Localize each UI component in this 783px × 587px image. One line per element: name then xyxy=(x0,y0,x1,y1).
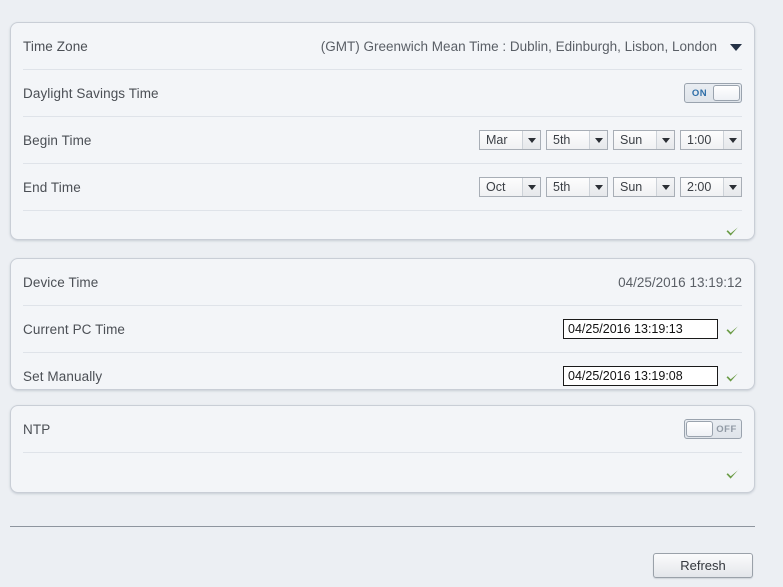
chevron-down-icon[interactable] xyxy=(723,131,741,149)
set-manually-input[interactable] xyxy=(563,366,718,386)
begin-time-label: Begin Time xyxy=(23,132,92,148)
ntp-toggle-label: OFF xyxy=(716,423,737,435)
toggle-knob xyxy=(686,421,713,437)
green-check-icon[interactable] xyxy=(724,321,742,339)
device-time-panel-body: Device Time 04/25/2016 13:19:12 Current … xyxy=(11,259,754,399)
current-pc-time-row: Current PC Time xyxy=(23,306,742,353)
daylight-savings-toggle[interactable]: ON xyxy=(684,83,742,103)
begin-time-day-value: 5th xyxy=(553,133,571,147)
timezone-panel-body: Time Zone (GMT) Greenwich Mean Time : Du… xyxy=(11,23,754,249)
chevron-down-icon[interactable] xyxy=(723,178,741,196)
daylight-savings-row: Daylight Savings Time ON xyxy=(23,70,742,117)
device-time-panel: Device Time 04/25/2016 13:19:12 Current … xyxy=(10,258,755,390)
device-time-value-wrap: 04/25/2016 13:19:12 xyxy=(618,275,742,290)
device-time-value: 04/25/2016 13:19:12 xyxy=(618,274,742,290)
green-check-icon[interactable] xyxy=(724,222,742,240)
begin-time-weekday-value: Sun xyxy=(620,133,643,147)
chevron-down-icon[interactable] xyxy=(589,178,607,196)
ntp-panel-body: NTP OFF xyxy=(11,406,754,493)
timezone-selected-value: (GMT) Greenwich Mean Time : Dublin, Edin… xyxy=(320,38,717,54)
begin-time-row: Begin Time Mar 5th Sun 1:00 xyxy=(23,117,742,164)
begin-time-hour-select[interactable]: 1:00 xyxy=(680,130,742,150)
end-time-label: End Time xyxy=(23,179,81,195)
daylight-savings-label: Daylight Savings Time xyxy=(23,85,159,101)
chevron-down-icon[interactable] xyxy=(730,43,742,51)
begin-time-select-group: Mar 5th Sun 1:00 xyxy=(479,130,742,150)
begin-time-day-select[interactable]: 5th xyxy=(546,130,608,150)
set-manually-label: Set Manually xyxy=(23,368,103,384)
begin-time-controls: Mar 5th Sun 1:00 xyxy=(479,130,742,150)
end-time-controls: Oct 5th Sun 2:00 xyxy=(479,177,742,197)
begin-time-month-value: Mar xyxy=(486,133,508,147)
ntp-control: OFF xyxy=(684,419,742,439)
end-time-hour-select[interactable]: 2:00 xyxy=(680,177,742,197)
timezone-apply-row xyxy=(23,211,742,249)
daylight-savings-control: ON xyxy=(684,83,742,103)
device-time-row: Device Time 04/25/2016 13:19:12 xyxy=(23,259,742,306)
chevron-down-icon[interactable] xyxy=(589,131,607,149)
chevron-down-icon[interactable] xyxy=(656,131,674,149)
begin-time-weekday-select[interactable]: Sun xyxy=(613,130,675,150)
chevron-down-icon[interactable] xyxy=(656,178,674,196)
end-time-month-value: Oct xyxy=(486,180,506,194)
ntp-apply-control xyxy=(724,464,742,482)
device-time-label: Device Time xyxy=(23,274,99,290)
current-pc-time-label: Current PC Time xyxy=(23,321,126,337)
green-check-icon[interactable] xyxy=(724,368,742,386)
end-time-day-value: 5th xyxy=(553,180,571,194)
ntp-apply-row xyxy=(23,453,742,493)
set-manually-row: Set Manually xyxy=(23,353,742,399)
end-time-row: End Time Oct 5th Sun 2:00 xyxy=(23,164,742,211)
end-time-select-group: Oct 5th Sun 2:00 xyxy=(479,177,742,197)
end-time-weekday-value: Sun xyxy=(620,180,643,194)
timezone-dropdown[interactable]: (GMT) Greenwich Mean Time : Dublin, Edin… xyxy=(321,39,742,54)
begin-time-hour-value: 1:00 xyxy=(687,133,712,147)
refresh-button[interactable]: Refresh xyxy=(653,553,753,578)
toggle-knob xyxy=(713,85,740,101)
daylight-savings-toggle-label: ON xyxy=(691,87,708,99)
chevron-down-icon[interactable] xyxy=(522,178,540,196)
timezone-apply-control xyxy=(724,221,742,239)
end-time-month-select[interactable]: Oct xyxy=(479,177,541,197)
green-check-icon[interactable] xyxy=(724,465,742,483)
end-time-hour-value: 2:00 xyxy=(687,180,712,194)
chevron-down-icon[interactable] xyxy=(522,131,540,149)
set-manually-controls xyxy=(563,366,742,386)
ntp-panel: NTP OFF xyxy=(10,405,755,493)
timezone-row[interactable]: Time Zone (GMT) Greenwich Mean Time : Du… xyxy=(23,23,742,70)
current-pc-time-input[interactable] xyxy=(563,319,718,339)
ntp-row: NTP OFF xyxy=(23,406,742,453)
end-time-weekday-select[interactable]: Sun xyxy=(613,177,675,197)
end-time-day-select[interactable]: 5th xyxy=(546,177,608,197)
timezone-label: Time Zone xyxy=(23,38,88,54)
footer-divider xyxy=(10,526,755,527)
current-pc-time-controls xyxy=(563,319,742,339)
ntp-label: NTP xyxy=(23,421,51,437)
timezone-panel: Time Zone (GMT) Greenwich Mean Time : Du… xyxy=(10,22,755,240)
ntp-toggle[interactable]: OFF xyxy=(684,419,742,439)
begin-time-month-select[interactable]: Mar xyxy=(479,130,541,150)
